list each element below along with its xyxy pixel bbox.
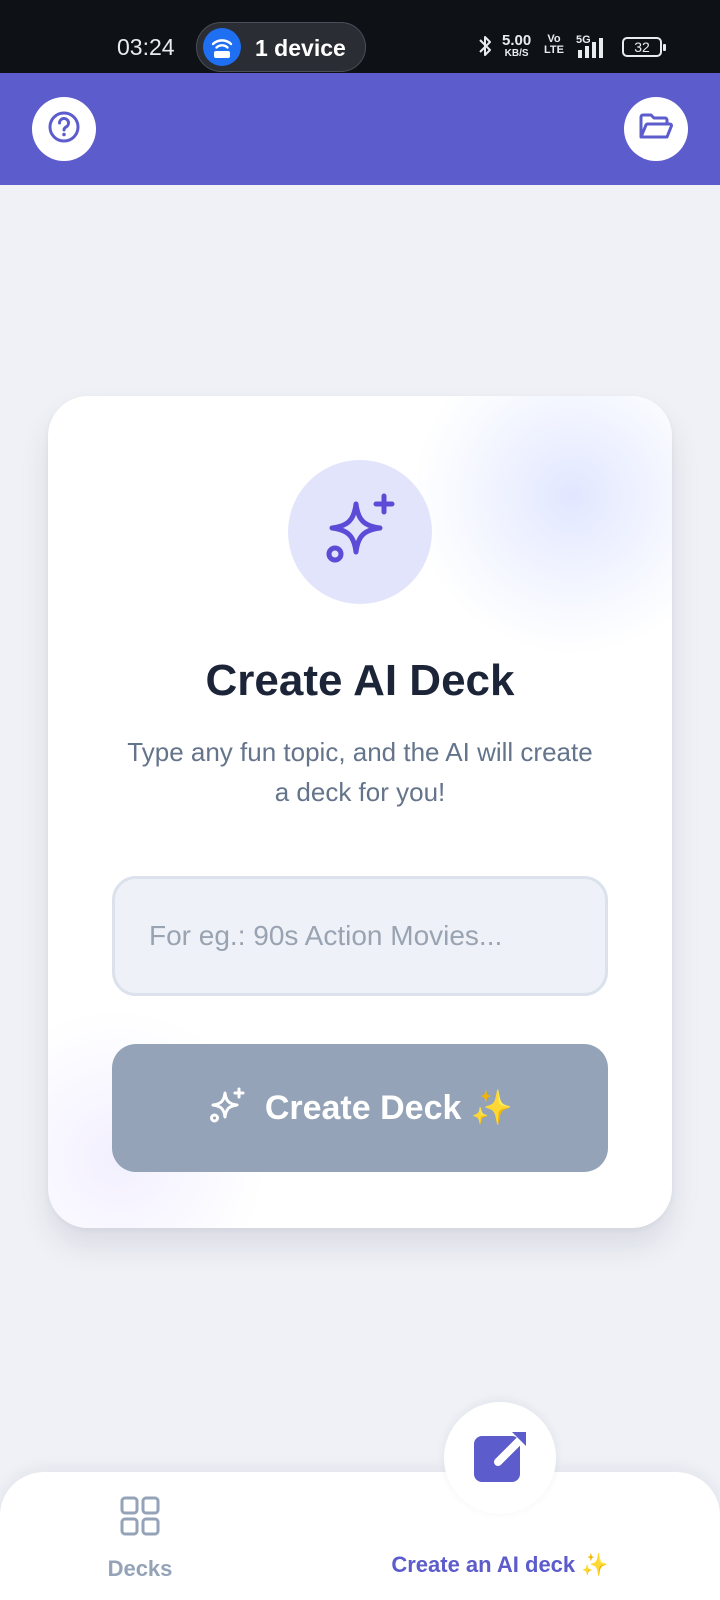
hotspot-icon <box>203 28 241 66</box>
nav-ai-deck-label[interactable]: Create an AI deck ✨ <box>350 1552 650 1578</box>
create-deck-button[interactable]: Create Deck ✨ <box>112 1044 608 1172</box>
nav-decks-label: Decks <box>107 1556 173 1581</box>
battery-indicator: 32 <box>622 37 666 57</box>
app-bar <box>0 73 720 185</box>
folder-open-icon <box>637 110 675 149</box>
hotspot-pill[interactable]: 1 device <box>196 22 366 72</box>
bluetooth-icon <box>476 34 494 63</box>
hotspot-label: 1 device <box>255 35 346 61</box>
card-decoration <box>412 396 672 656</box>
create-deck-label: Create Deck ✨ <box>264 1089 514 1127</box>
net-speed: 5.00 KB/S <box>502 32 532 59</box>
signal-icon: 5G <box>576 32 616 67</box>
sparkles-badge <box>288 460 432 604</box>
topic-input[interactable] <box>112 876 608 996</box>
create-ai-deck-fab[interactable] <box>444 1402 556 1514</box>
card-subtitle: Type any fun topic, and the AI will crea… <box>127 737 593 807</box>
question-circle-icon <box>47 110 81 149</box>
create-ai-deck-card: Create AI Deck Type any fun topic, and t… <box>48 396 672 1228</box>
status-bar: 03:24 1 device 5.00 KB/S Vo LTE 5G 32 <box>0 0 720 73</box>
grid-icon <box>120 1496 160 1541</box>
help-button[interactable] <box>32 97 96 161</box>
network-type: 5G <box>576 34 591 46</box>
status-time: 03:24 <box>117 34 175 60</box>
sparkles-icon <box>320 490 400 575</box>
open-folder-button[interactable] <box>624 97 688 161</box>
edit-square-icon <box>472 1428 528 1489</box>
card-title: Create AI Deck <box>205 656 515 705</box>
nav-item-decks[interactable]: Decks <box>80 1496 200 1592</box>
sparkles-icon <box>207 1086 247 1131</box>
volte-indicator: Vo LTE <box>544 33 564 56</box>
bottom-nav: Decks <box>0 1472 720 1600</box>
